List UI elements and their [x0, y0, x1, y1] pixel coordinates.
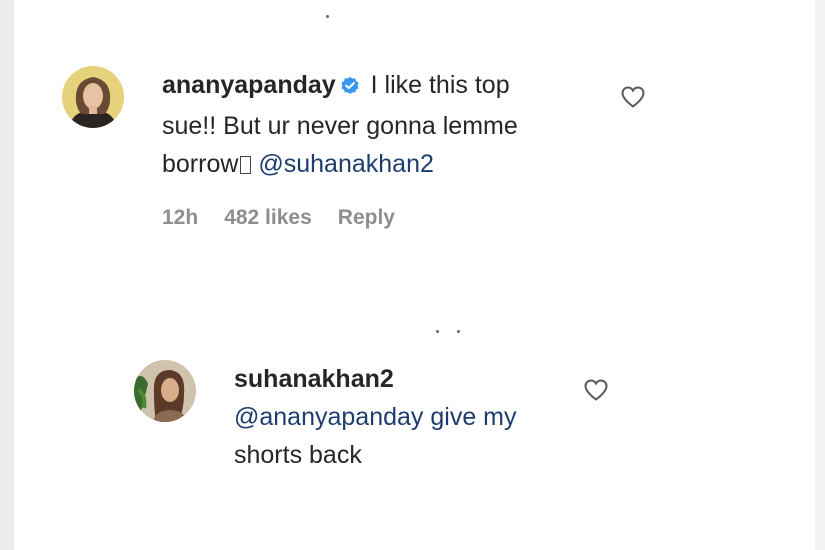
- comment-text-line2: shorts back: [234, 441, 362, 469]
- reply-button[interactable]: Reply: [338, 206, 395, 229]
- like-heart-icon[interactable]: [583, 378, 609, 407]
- avatar-image: [134, 360, 196, 422]
- like-heart-icon[interactable]: [620, 85, 646, 114]
- verified-badge-icon: [340, 69, 360, 107]
- username[interactable]: suhanakhan2: [234, 360, 594, 398]
- avatar[interactable]: [134, 360, 196, 422]
- avatar-image: [62, 66, 124, 128]
- separator-dot: [457, 330, 460, 333]
- comment-text-line3: borrow: [162, 150, 239, 178]
- avatar[interactable]: [62, 66, 124, 128]
- username[interactable]: ananyapanday: [162, 71, 336, 99]
- mention-link[interactable]: @suhanakhan2: [258, 150, 434, 178]
- comment-text-line1: I like this top: [370, 71, 510, 99]
- separator-dot: [326, 15, 329, 18]
- comment-text: ananyapanday I like this top sue!! But u…: [162, 66, 602, 183]
- comment-meta: 12h 482 likes Reply: [162, 206, 421, 230]
- comment-text-line2: sue!! But ur never gonna lemme: [162, 112, 518, 140]
- separator-dot: [436, 330, 439, 333]
- comment-text: suhanakhan2 @ananyapanday give my shorts…: [234, 360, 594, 474]
- comment-time[interactable]: 12h: [162, 206, 198, 229]
- left-edge-strip: [0, 0, 14, 550]
- right-edge-strip: [815, 0, 825, 550]
- emoji-placeholder-icon: [240, 156, 252, 174]
- mention-link: @ananyapanday give my: [234, 403, 517, 431]
- comment-likes[interactable]: 482 likes: [224, 206, 312, 229]
